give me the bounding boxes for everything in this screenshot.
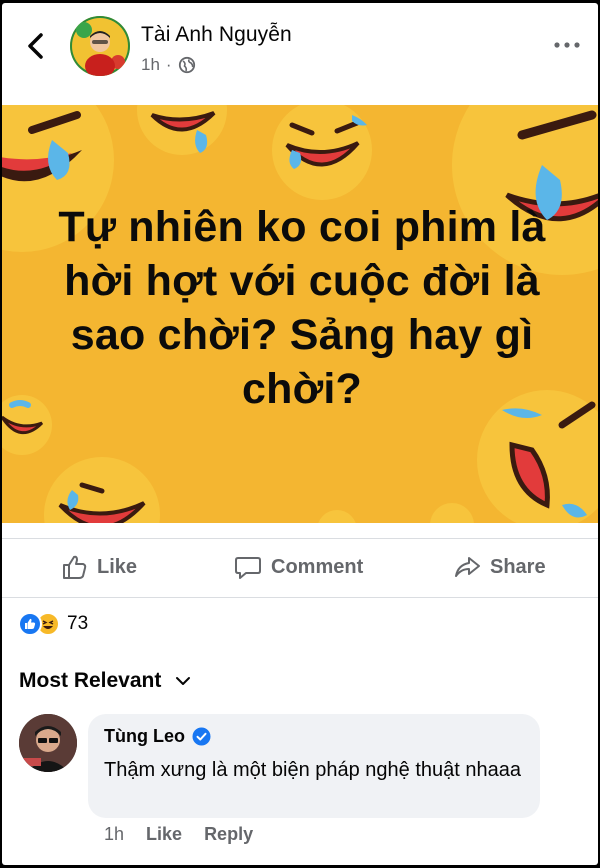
post-timestamp[interactable]: 1h: [141, 55, 160, 75]
share-arrow-icon: [455, 557, 480, 577]
comment-timestamp: 1h: [104, 824, 125, 844]
comment-meta: 1h Like Reply: [104, 824, 253, 845]
comment-button[interactable]: Comment: [234, 553, 363, 581]
share-button[interactable]: Share: [453, 553, 546, 581]
action-bar: Like Comment Share: [2, 538, 598, 598]
phone-frame: Tài Anh Nguyễn 1h · Tự nhiên ko coi phim…: [0, 0, 600, 868]
chevron-down-icon: [176, 677, 191, 685]
meta-separator: ·: [165, 55, 172, 74]
comment-label: Comment: [271, 555, 364, 578]
thumbs-up-icon: [63, 555, 87, 579]
verified-badge-icon: [192, 727, 211, 746]
back-button[interactable]: [22, 29, 52, 63]
like-label: Like: [97, 555, 138, 578]
like-reaction-icon: [18, 612, 42, 636]
comment-reply-button[interactable]: Reply: [204, 824, 253, 845]
image-caption: Tự nhiên ko coi phim là hời hợt với cuộc…: [42, 200, 562, 416]
post-image[interactable]: Tự nhiên ko coi phim là hời hợt với cuộc…: [2, 105, 598, 523]
caption-line: chời?: [242, 365, 362, 413]
commenter-name-row: Tùng Leo: [104, 726, 211, 747]
comment-text: Thậm xưng là một biện pháp nghệ thuật nh…: [104, 759, 522, 781]
author-name[interactable]: Tài Anh Nguyễn: [141, 23, 292, 47]
globe-icon: [178, 56, 195, 74]
comment-like-button[interactable]: Like: [146, 824, 182, 845]
caption-line: hời hợt với cuộc đời là: [64, 257, 540, 305]
share-label: Share: [490, 555, 546, 578]
caption-line: Tự nhiên ko coi phim là: [58, 203, 546, 251]
more-dots-icon: [554, 42, 580, 48]
avatar-image: [70, 16, 130, 76]
post-meta: 1h ·: [141, 55, 196, 75]
commenter-name[interactable]: Tùng Leo: [104, 726, 185, 747]
more-options-button[interactable]: [552, 37, 582, 53]
post-header: Tài Anh Nguyễn 1h ·: [2, 3, 598, 103]
comment-bubble-icon: [235, 557, 261, 579]
reaction-count: 73: [67, 613, 89, 634]
reactions-summary[interactable]: 73: [18, 612, 88, 636]
avatar-image: [19, 714, 77, 772]
like-button[interactable]: Like: [60, 553, 137, 581]
post-screen: Tài Anh Nguyễn 1h · Tự nhiên ko coi phim…: [2, 3, 598, 865]
commenter-avatar[interactable]: [19, 714, 77, 772]
author-avatar[interactable]: [70, 16, 130, 76]
comment-bubble[interactable]: Tùng Leo Thậm xưng là một biện pháp nghệ…: [88, 714, 540, 818]
caption-line: sao chời? Sảng hay gì: [70, 311, 534, 359]
chevron-left-icon: [28, 33, 43, 59]
comments-filter-dropdown[interactable]: Most Relevant: [19, 669, 191, 693]
comments-filter-label: Most Relevant: [19, 669, 162, 692]
